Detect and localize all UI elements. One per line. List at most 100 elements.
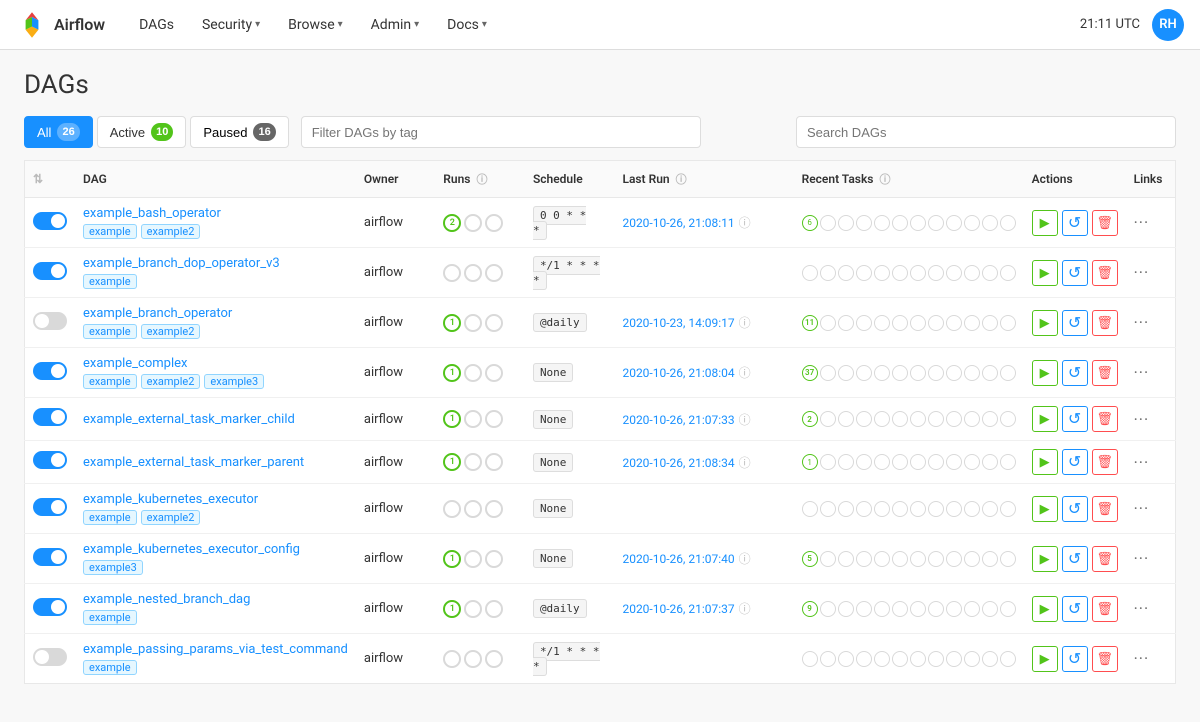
- task-circle[interactable]: [892, 501, 908, 517]
- task-circle[interactable]: [838, 315, 854, 331]
- task-circle[interactable]: [964, 215, 980, 231]
- task-circle[interactable]: [874, 411, 890, 427]
- task-circle[interactable]: [928, 265, 944, 281]
- play-button[interactable]: ▶: [1032, 360, 1058, 386]
- dag-tag[interactable]: example: [83, 274, 137, 289]
- task-circle[interactable]: [982, 411, 998, 427]
- task-circle[interactable]: [982, 651, 998, 667]
- task-circle[interactable]: [964, 315, 980, 331]
- task-circle[interactable]: [856, 454, 872, 470]
- more-links-button[interactable]: ···: [1134, 213, 1150, 232]
- task-circle[interactable]: [910, 265, 926, 281]
- task-circle[interactable]: [820, 601, 836, 617]
- dag-toggle-example_branch_operator[interactable]: [33, 312, 67, 330]
- dag-tag[interactable]: example2: [141, 324, 201, 339]
- recent-info-icon[interactable]: ⓘ: [879, 173, 890, 186]
- dag-tag[interactable]: example: [83, 224, 137, 239]
- task-circle[interactable]: [892, 265, 908, 281]
- task-circle[interactable]: [982, 315, 998, 331]
- delete-button[interactable]: 🗑: [1092, 310, 1118, 336]
- play-button[interactable]: ▶: [1032, 546, 1058, 572]
- dag-tag[interactable]: example2: [141, 510, 201, 525]
- dag-toggle-example_bash_operator[interactable]: [33, 212, 67, 230]
- run-circle[interactable]: 2: [443, 214, 461, 232]
- run-circle[interactable]: [464, 500, 482, 518]
- task-circle[interactable]: [946, 265, 962, 281]
- dag-toggle-example_kubernetes_executor_config[interactable]: [33, 548, 67, 566]
- refresh-button[interactable]: ↺: [1062, 449, 1088, 475]
- play-button[interactable]: ▶: [1032, 310, 1058, 336]
- delete-button[interactable]: 🗑: [1092, 210, 1118, 236]
- run-circle[interactable]: [443, 650, 461, 668]
- task-circle[interactable]: [892, 601, 908, 617]
- task-circle[interactable]: [874, 601, 890, 617]
- last-run-link[interactable]: 2020-10-23, 14:09:17: [622, 316, 734, 330]
- run-circle[interactable]: 1: [443, 550, 461, 568]
- task-circle[interactable]: [892, 454, 908, 470]
- dag-name-link-example_external_task_marker_parent[interactable]: example_external_task_marker_parent: [83, 455, 304, 470]
- task-circle[interactable]: [820, 265, 836, 281]
- task-circle[interactable]: [838, 651, 854, 667]
- last-run-link[interactable]: 2020-10-26, 21:08:11: [622, 216, 734, 230]
- run-circle[interactable]: 1: [443, 600, 461, 618]
- task-circle[interactable]: [928, 315, 944, 331]
- run-circle[interactable]: 1: [443, 410, 461, 428]
- dag-tag[interactable]: example: [83, 610, 137, 625]
- more-links-button[interactable]: ···: [1134, 599, 1150, 618]
- task-circle[interactable]: [928, 651, 944, 667]
- task-circle[interactable]: [874, 365, 890, 381]
- nav-docs[interactable]: Docs ▾: [433, 0, 501, 50]
- task-circle[interactable]: [820, 365, 836, 381]
- task-circle[interactable]: [910, 651, 926, 667]
- delete-button[interactable]: 🗑: [1092, 449, 1118, 475]
- more-links-button[interactable]: ···: [1134, 313, 1150, 332]
- task-circle[interactable]: [820, 411, 836, 427]
- task-circle[interactable]: [838, 601, 854, 617]
- task-circle[interactable]: [838, 551, 854, 567]
- task-circle[interactable]: [874, 315, 890, 331]
- task-circle[interactable]: [928, 601, 944, 617]
- lastrun-info-icon[interactable]: ⓘ: [739, 552, 751, 566]
- dag-name-link-example_passing_params_via_test_command[interactable]: example_passing_params_via_test_command: [83, 642, 348, 657]
- task-circle[interactable]: [892, 551, 908, 567]
- task-circle[interactable]: [982, 265, 998, 281]
- run-circle[interactable]: [485, 453, 503, 471]
- task-circle[interactable]: 1: [802, 454, 818, 470]
- run-circle[interactable]: [464, 600, 482, 618]
- tab-active[interactable]: Active 10: [97, 116, 187, 148]
- nav-dags[interactable]: DAGs: [125, 0, 188, 50]
- task-circle[interactable]: [856, 365, 872, 381]
- last-run-link[interactable]: 2020-10-26, 21:07:33: [622, 413, 734, 427]
- lastrun-info-icon[interactable]: ⓘ: [739, 366, 751, 380]
- task-circle[interactable]: [892, 215, 908, 231]
- play-button[interactable]: ▶: [1032, 646, 1058, 672]
- refresh-button[interactable]: ↺: [1062, 546, 1088, 572]
- task-circle[interactable]: [838, 265, 854, 281]
- task-circle[interactable]: [1000, 454, 1016, 470]
- task-circle[interactable]: [856, 315, 872, 331]
- dag-name-link-example_external_task_marker_child[interactable]: example_external_task_marker_child: [83, 412, 295, 427]
- refresh-button[interactable]: ↺: [1062, 210, 1088, 236]
- more-links-button[interactable]: ···: [1134, 410, 1150, 429]
- run-circle[interactable]: [485, 314, 503, 332]
- run-circle[interactable]: [464, 364, 482, 382]
- task-circle[interactable]: [1000, 601, 1016, 617]
- delete-button[interactable]: 🗑: [1092, 496, 1118, 522]
- task-circle[interactable]: 2: [802, 411, 818, 427]
- dag-tag[interactable]: example2: [141, 224, 201, 239]
- dag-toggle-example_branch_dop_operator_v3[interactable]: [33, 262, 67, 280]
- dag-toggle-example_external_task_marker_child[interactable]: [33, 408, 67, 426]
- run-circle[interactable]: [485, 550, 503, 568]
- run-circle[interactable]: [485, 600, 503, 618]
- task-circle[interactable]: [892, 315, 908, 331]
- task-circle[interactable]: [856, 215, 872, 231]
- task-circle[interactable]: [856, 501, 872, 517]
- play-button[interactable]: ▶: [1032, 449, 1058, 475]
- dag-tag[interactable]: example3: [83, 560, 143, 575]
- delete-button[interactable]: 🗑: [1092, 646, 1118, 672]
- task-circle[interactable]: [964, 551, 980, 567]
- refresh-button[interactable]: ↺: [1062, 406, 1088, 432]
- dag-name-link-example_complex[interactable]: example_complex: [83, 356, 187, 371]
- run-circle[interactable]: [485, 500, 503, 518]
- tab-all[interactable]: All 26: [24, 116, 93, 148]
